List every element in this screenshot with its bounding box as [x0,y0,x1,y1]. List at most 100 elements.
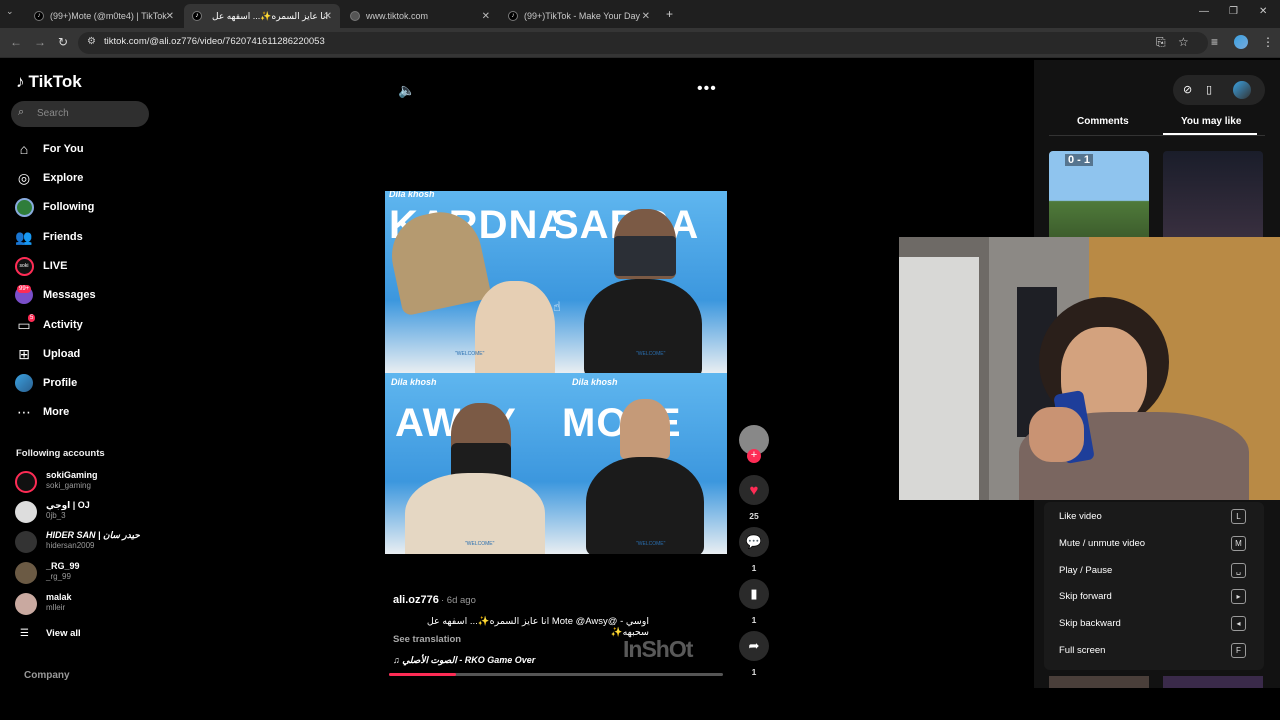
shortcut-full-screen[interactable]: Full screen [1059,645,1105,656]
nav-activity[interactable]: ▭ Activity [14,314,82,336]
more-options-icon[interactable]: ••• [697,80,717,98]
recommended-video-thumbnail[interactable] [1049,676,1149,688]
shortcut-mute[interactable]: Mute / unmute video [1059,538,1145,549]
compass-icon: ◎ [17,169,31,186]
restore-icon[interactable]: ❐ [1229,6,1238,17]
browser-tab-1[interactable]: ♪ (99+)Mote (@m0te4) | TikTok ✕ [26,4,182,28]
following-accounts-header: Following accounts [16,448,105,459]
nav-upload[interactable]: ⊞ Upload [14,343,80,365]
nav-label: Explore [43,172,84,184]
like-button[interactable]: ♥ [739,475,769,505]
device-icon[interactable]: ▯ [1206,83,1212,96]
shortcut-key: M [1231,536,1246,551]
new-tab-icon[interactable]: + [666,7,673,21]
reload-icon[interactable]: ↻ [58,35,68,49]
shortcut-skip-backward[interactable]: Skip backward [1059,618,1121,629]
nav-following[interactable]: Following [14,196,94,218]
recommended-video-thumbnail[interactable]: 0 - 1 [1049,151,1149,241]
compass-icon[interactable]: ⊘ [1183,83,1192,96]
video-player[interactable]: Dila khosh KARDNA "WELCOME" SABRA "WELCO… [385,191,727,554]
user-avatar[interactable] [1233,81,1251,99]
shortcut-like-video[interactable]: Like video [1059,511,1102,522]
panel-welcome: "WELCOME" [465,541,495,547]
account-handle: 0jb_3 [46,511,66,520]
upload-icon: ⊞ [18,345,30,362]
profile-avatar-icon [14,373,34,393]
avatar [15,531,37,553]
company-link[interactable]: Company [24,670,70,681]
music-row[interactable]: ♫ الصوت الأصلي - RKO Game Over [393,655,535,666]
tiktok-favicon-icon: ♪ [508,11,518,21]
shortcut-skip-forward[interactable]: Skip forward [1059,591,1112,602]
black-shirt [586,457,704,554]
shortcut-key: ◂ [1231,616,1246,631]
tab-close-icon[interactable]: ✕ [642,11,650,22]
hand [1029,407,1084,462]
tab-comments[interactable]: Comments [1077,116,1129,127]
shortcut-play-pause[interactable]: Play / Pause [1059,565,1112,576]
more-dots-icon: ⋯ [17,403,31,420]
browser-tab-2[interactable]: ♪ انا عايز السمره✨... اسفهه عل ✕ [184,4,340,28]
tiktok-logo[interactable]: ♪ TikTok [16,72,82,92]
tab-close-icon[interactable]: ✕ [166,11,174,22]
window-close-icon[interactable]: ✕ [1259,6,1267,17]
like-count: 25 [749,511,759,521]
url-text[interactable]: tiktok.com/@ali.oz776/video/762074161128… [104,36,325,47]
tiktok-note-icon: ♪ [16,72,25,91]
recommended-video-thumbnail[interactable] [1163,151,1263,241]
account-name: اوجي | OJ [46,500,90,510]
panel-brand: Dila khosh [572,377,618,387]
nav-label: More [43,406,70,418]
nav-live[interactable]: soki LIVE [14,255,67,277]
follow-plus-icon[interactable]: + [747,449,761,463]
tiktok-favicon-icon: ♪ [192,11,202,21]
nav-for-you[interactable]: ⌂ For You [14,138,84,160]
nav-explore[interactable]: ◎ Explore [14,167,83,189]
back-icon[interactable]: ← [10,35,22,49]
tab-title: انا عايز السمره✨... اسفهه عل [212,10,328,21]
hand [475,281,555,373]
panel-brand: Dila khosh [389,191,435,199]
media-control-icon[interactable]: ≡ [1211,35,1218,49]
bookmark-star-icon[interactable]: ☆ [1178,35,1189,49]
recommended-video-thumbnail[interactable] [1163,676,1263,688]
nav-profile[interactable]: Profile [14,372,77,394]
account-name: _RG_99 [46,561,80,571]
forward-icon[interactable]: → [34,35,46,49]
site-info-icon[interactable]: ⚙ [87,36,96,47]
install-app-icon[interactable]: ⎘ [1156,35,1166,50]
view-all-link[interactable]: View all [46,628,81,639]
tab-close-icon[interactable]: ✕ [324,11,332,22]
nav-friends[interactable]: 👥 Friends [14,226,82,248]
post-time: · 6d ago [441,595,476,606]
nav-label: Following [43,201,95,213]
tab-title: www.tiktok.com [366,11,429,21]
nav-label: Profile [43,377,78,389]
tab-you-may-like[interactable]: You may like [1181,116,1241,127]
webcam-overlay [899,237,1280,500]
video-panel: Dila khosh AWSY "WELCOME" [385,373,556,554]
browser-menu-icon[interactable]: ⋮ [1262,35,1274,49]
share-button[interactable]: ➦ [739,631,769,661]
mouse-cursor-icon: ☝ [553,299,561,314]
search-input[interactable] [11,101,149,127]
search-placeholder: Search [37,108,69,119]
browser-tab-4[interactable]: ♪ (99+)TikTok - Make Your Day ✕ [500,4,658,28]
see-translation-link[interactable]: See translation [393,634,461,645]
tab-search-icon[interactable]: ⌄ [6,6,14,17]
profile-avatar-icon[interactable] [1234,35,1248,49]
minimize-icon[interactable]: — [1199,6,1209,17]
shortcut-key: L [1231,509,1246,524]
save-button[interactable]: ▮ [739,579,769,609]
browser-tab-3[interactable]: www.tiktok.com ✕ [342,4,498,28]
video-progress-bar[interactable] [389,673,723,676]
author-name[interactable]: ali.oz776 [393,594,439,606]
account-handle: _rg_99 [46,572,71,581]
account-handle: soki_gaming [46,481,91,490]
comment-button[interactable]: 💬 [739,527,769,557]
account-handle: hidersan2009 [46,541,95,550]
tab-close-icon[interactable]: ✕ [482,11,490,22]
nav-label: Upload [43,348,81,360]
nav-more[interactable]: ⋯ More [14,401,69,423]
volume-icon[interactable]: 🔈 [398,82,415,99]
